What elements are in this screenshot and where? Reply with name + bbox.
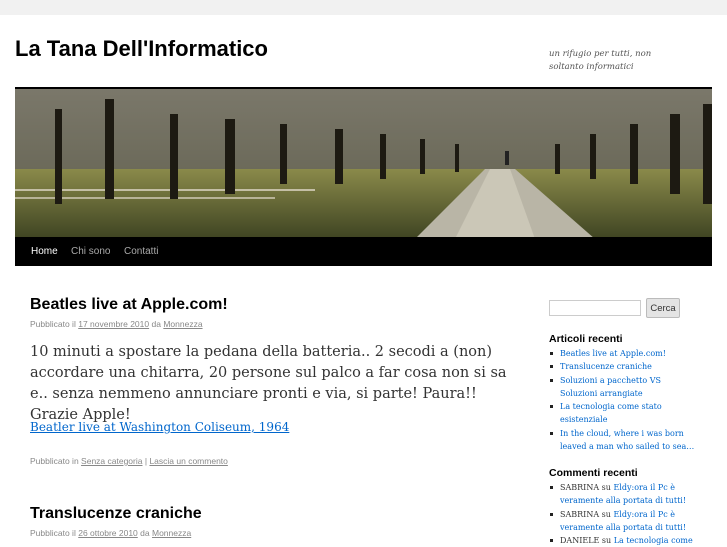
- post-content: 10 minuti a spostare la pedana della bat…: [30, 344, 507, 423]
- list-item: La tecnologia come stato esistenziale: [549, 400, 699, 427]
- recent-comments-title: Commenti recenti: [549, 467, 638, 479]
- list-item: In the cloud, where i was born leaved a …: [549, 427, 699, 454]
- list-item: Beatles live at Apple.com!: [549, 347, 699, 360]
- nav-contatti[interactable]: Contatti: [124, 237, 158, 266]
- list-item: SABRINA su Eldy:ora il Pc è veramente al…: [549, 508, 699, 535]
- comment-link[interactable]: Lascia un commento: [149, 456, 227, 466]
- list-item: SABRINA su Eldy:ora il Pc è veramente al…: [549, 481, 699, 508]
- comment-author: SABRINA: [560, 483, 600, 492]
- list-item: Translucenze craniche: [549, 360, 699, 373]
- post-title[interactable]: Beatles live at Apple.com!: [30, 296, 228, 314]
- post-meta: Pubblicato il 26 ottobre 2010 da Monnezz…: [30, 528, 191, 538]
- post-date-link[interactable]: 26 ottobre 2010: [78, 528, 138, 538]
- meta-by: da: [151, 319, 161, 329]
- list-item: Soluzioni a pacchetto VS Soluzioni arran…: [549, 374, 699, 401]
- post-author-link[interactable]: Monnezza: [163, 319, 202, 329]
- meta-by: da: [140, 528, 150, 538]
- meta-prefix: Pubblicato il: [30, 319, 76, 329]
- recent-post-link[interactable]: Soluzioni a pacchetto VS Soluzioni arran…: [560, 376, 661, 398]
- post-footer: Pubblicato in Senza categoria | Lascia u…: [30, 456, 228, 466]
- site-description: un rifugio per tutti, non soltanto infor…: [549, 49, 652, 72]
- recent-posts-title: Articoli recenti: [549, 333, 623, 345]
- header-image-graphic: [15, 89, 712, 239]
- comment-on: su: [601, 536, 612, 546]
- recent-post-link[interactable]: Translucenze craniche: [560, 362, 652, 371]
- search-input[interactable]: [549, 300, 641, 316]
- comment-on: su: [601, 509, 611, 519]
- footer-separator: |: [144, 456, 148, 466]
- recent-comments-list: SABRINA su Eldy:ora il Pc è veramente al…: [549, 481, 699, 547]
- recent-posts-list: Beatles live at Apple.com! Translucenze …: [549, 347, 699, 453]
- post-meta: Pubblicato il 17 novembre 2010 da Monnez…: [30, 319, 203, 329]
- list-item: DANIELE su La tecnologia come: [549, 534, 699, 547]
- comment-on: su: [601, 483, 611, 492]
- post-date-link[interactable]: 17 novembre 2010: [78, 319, 149, 329]
- top-bar: [0, 0, 727, 15]
- recent-post-link[interactable]: La tecnologia come stato esistenziale: [560, 402, 662, 424]
- post-content-link[interactable]: Beatler live at Washington Coliseum, 196…: [30, 420, 289, 434]
- post-title[interactable]: Translucenze craniche: [30, 505, 202, 523]
- nav-home[interactable]: Home: [31, 237, 58, 266]
- meta-prefix: Pubblicato il: [30, 528, 76, 538]
- recent-post-link[interactable]: In the cloud, where i was born leaved a …: [560, 429, 694, 451]
- site-title[interactable]: La Tana Dell'Informatico: [15, 36, 268, 62]
- comment-author: DANIELE: [560, 536, 600, 546]
- recent-post-link[interactable]: Beatles live at Apple.com!: [560, 349, 666, 358]
- post-author-link[interactable]: Monnezza: [152, 528, 191, 538]
- category-link[interactable]: Senza categoria: [81, 456, 142, 466]
- comment-post-link[interactable]: La tecnologia come: [614, 536, 693, 545]
- footer-prefix: Pubblicato in: [30, 456, 79, 466]
- nav-chi-sono[interactable]: Chi sono: [71, 237, 110, 266]
- comment-author: SABRINA: [560, 509, 600, 519]
- search-button[interactable]: Cerca: [646, 298, 680, 318]
- main-nav: Home Chi sono Contatti: [15, 237, 712, 266]
- header-image: [15, 87, 712, 239]
